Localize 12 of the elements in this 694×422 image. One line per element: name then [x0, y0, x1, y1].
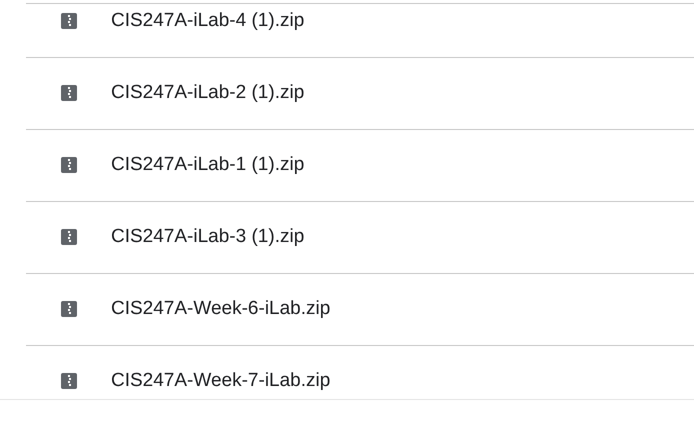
file-name[interactable]: CIS247A-Week-6-iLab.zip	[111, 297, 330, 321]
zip-file-icon	[61, 13, 77, 29]
zip-file-icon	[61, 373, 77, 389]
zip-file-icon	[61, 157, 77, 173]
file-name[interactable]: CIS247A-Week-7-iLab.zip	[111, 369, 330, 393]
zip-file-icon	[61, 229, 77, 245]
file-name[interactable]: CIS247A-iLab-4 (1).zip	[111, 9, 304, 33]
file-name[interactable]: CIS247A-iLab-2 (1).zip	[111, 81, 304, 105]
file-name[interactable]: CIS247A-iLab-3 (1).zip	[111, 225, 304, 249]
zip-file-icon	[61, 85, 77, 101]
file-name[interactable]: CIS247A-iLab-1 (1).zip	[111, 153, 304, 177]
zip-file-icon	[61, 301, 77, 317]
